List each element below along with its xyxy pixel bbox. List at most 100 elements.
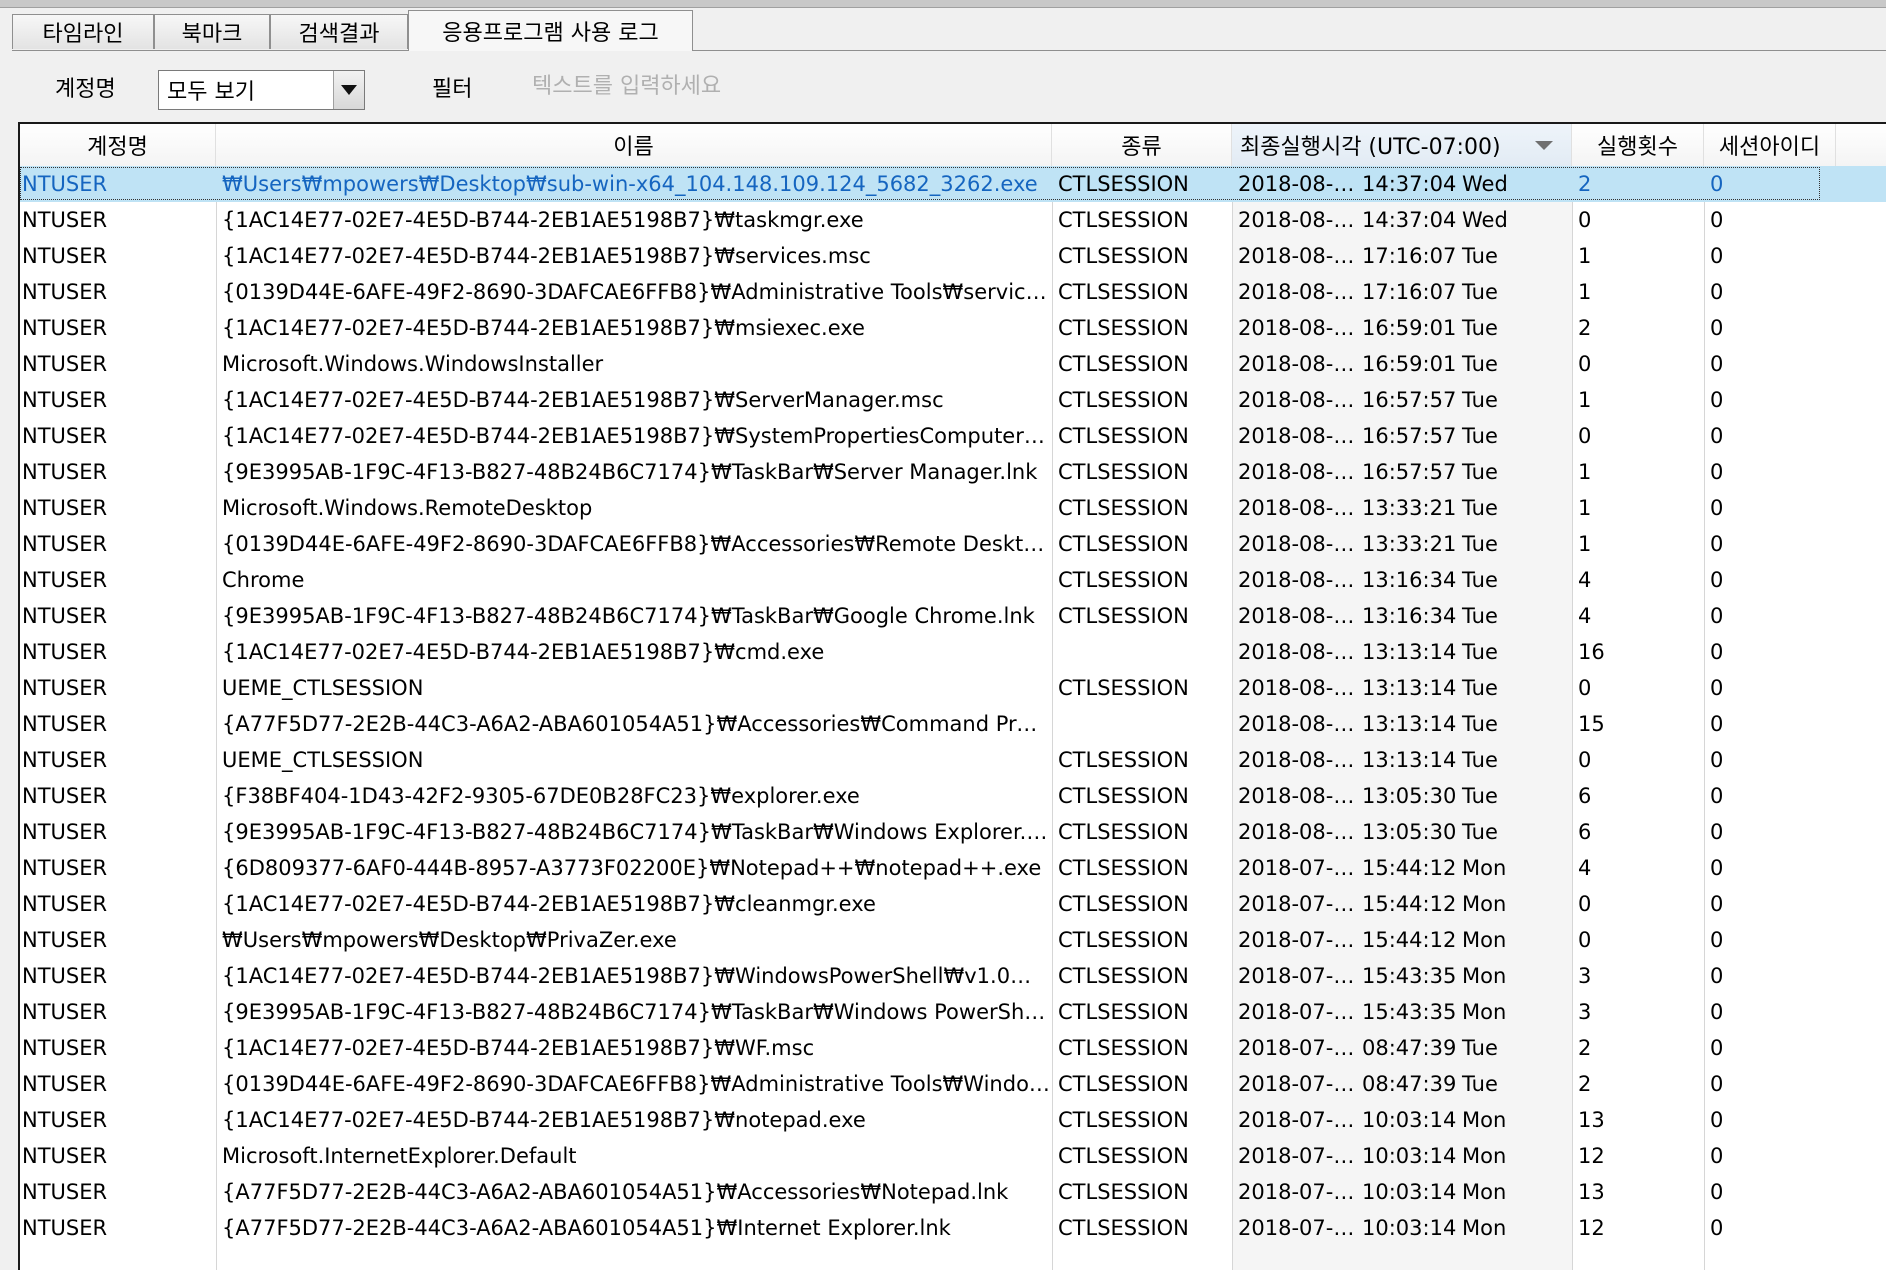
account-select-dropdown-button[interactable] (333, 71, 364, 109)
table-row[interactable]: NTUSER {F38BF404-1D43-42F2-9305-67DE0B28F… (20, 778, 1886, 814)
table-row[interactable]: NTUSER {0139D44E-6AFE-49F2-8690-3DAFCAE6F… (20, 274, 1886, 310)
cell-session: 0 (1710, 1216, 1724, 1240)
cell-type: CTLSESSION (1058, 1216, 1189, 1240)
table-row[interactable]: NTUSER Microsoft.Windows.WindowsInstaller… (20, 346, 1886, 382)
cell-time: 16:57:57 (1362, 460, 1457, 484)
cell-account: NTUSER (22, 1000, 108, 1024)
table-row[interactable]: NTUSER {1AC14E77-02E7-4E5D-B744-2EB1AE519… (20, 202, 1886, 238)
table-row[interactable]: NTUSER Chrome CTLSESSION 2018-08-07 13:16:34… (20, 562, 1886, 598)
cell-account: NTUSER (22, 604, 108, 628)
cell-date: 2018-07-30 (1238, 964, 1360, 988)
cell-type: CTLSESSION (1058, 352, 1189, 376)
cell-session: 0 (1710, 1144, 1724, 1168)
cell-account: NTUSER (22, 316, 108, 340)
table-row[interactable]: NTUSER {9E3995AB-1F9C-4F13-B827-48B24B6C7… (20, 454, 1886, 490)
tab-timeline[interactable]: 타임라인 (12, 14, 154, 49)
cell-time: 16:59:01 (1362, 316, 1457, 340)
cell-day: Mon (1462, 1180, 1507, 1204)
table-row[interactable]: NTUSER {A77F5D77-2E2B-44C3-A6A2-ABA601054… (20, 706, 1886, 742)
table-row[interactable]: NTUSER {1AC14E77-02E7-4E5D-B744-2EB1AE519… (20, 382, 1886, 418)
table-row[interactable]: NTUSER {9E3995AB-1F9C-4F13-B827-48B24B6C7… (20, 994, 1886, 1030)
cell-time: 13:05:30 (1362, 784, 1457, 808)
table-row[interactable]: NTUSER {1AC14E77-02E7-4E5D-B744-2EB1AE519… (20, 958, 1886, 994)
cell-date: 2018-08-07 (1238, 568, 1360, 592)
table-row[interactable]: NTUSER ₩Users₩mpowers₩Desktop₩sub-win-x64… (20, 166, 1886, 202)
table-row[interactable]: NTUSER Microsoft.Windows.RemoteDesktop CTL… (20, 490, 1886, 526)
table-row[interactable]: NTUSER {1AC14E77-02E7-4E5D-B744-2EB1AE519… (20, 1102, 1886, 1138)
table-row[interactable]: NTUSER {1AC14E77-02E7-4E5D-B744-2EB1AE519… (20, 238, 1886, 274)
table-row[interactable]: NTUSER {6D809377-6AF0-444B-8957-A3773F022… (20, 850, 1886, 886)
table-row[interactable]: NTUSER {1AC14E77-02E7-4E5D-B744-2EB1AE519… (20, 1030, 1886, 1066)
table-row[interactable]: NTUSER {1AC14E77-02E7-4E5D-B744-2EB1AE519… (20, 634, 1886, 670)
cell-date: 2018-07-30 (1238, 892, 1360, 916)
cell-date: 2018-07-24 (1238, 1072, 1360, 1096)
cell-account: NTUSER (22, 568, 108, 592)
table-row[interactable]: NTUSER Microsoft.InternetExplorer.Default… (20, 1138, 1886, 1174)
cell-count: 0 (1578, 676, 1592, 700)
cell-day: Tue (1462, 460, 1498, 484)
tab-strip: 타임라인 북마크 검색결과 응용프로그램 사용 로그 (12, 10, 1886, 51)
chevron-down-icon (341, 85, 357, 95)
cell-day: Mon (1462, 964, 1507, 988)
cell-date: 2018-07-24 (1238, 1036, 1360, 1060)
column-header-type[interactable]: 종류 (1052, 124, 1232, 166)
table-row[interactable]: NTUSER UEME_CTLSESSION CTLSESSION 2018-08-0… (20, 670, 1886, 706)
cell-day: Tue (1462, 820, 1498, 844)
cell-account: NTUSER (22, 820, 108, 844)
tab-search-results[interactable]: 검색결과 (270, 14, 408, 49)
cell-type: CTLSESSION (1058, 1072, 1189, 1096)
cell-date: 2018-08-07 (1238, 352, 1360, 376)
table-row[interactable]: NTUSER {9E3995AB-1F9C-4F13-B827-48B24B6C7… (20, 598, 1886, 634)
cell-count: 0 (1578, 748, 1592, 772)
cell-session: 0 (1710, 244, 1724, 268)
cell-name: UEME_CTLSESSION (222, 676, 424, 700)
filter-input[interactable] (530, 67, 1134, 105)
cell-time: 13:16:34 (1362, 604, 1457, 628)
table-row[interactable]: NTUSER UEME_CTLSESSION CTLSESSION 2018-08-0… (20, 742, 1886, 778)
tab-bookmark[interactable]: 북마크 (154, 14, 270, 49)
column-header-count[interactable]: 실행횟수 (1572, 124, 1704, 166)
cell-count: 1 (1578, 460, 1592, 484)
cell-session: 0 (1710, 280, 1724, 304)
cell-type: CTLSESSION (1058, 388, 1189, 412)
cell-day: Tue (1462, 1072, 1498, 1096)
cell-count: 0 (1578, 208, 1592, 232)
cell-time: 13:13:14 (1362, 712, 1457, 736)
cell-session: 0 (1710, 172, 1724, 196)
table-body: NTUSER ₩Users₩mpowers₩Desktop₩sub-win-x64… (20, 166, 1886, 1246)
cell-date: 2018-08-07 (1238, 676, 1360, 700)
cell-type: CTLSESSION (1058, 1144, 1189, 1168)
cell-name: {6D809377-6AF0-444B-8957-A3773F02200E}₩N… (222, 856, 1042, 880)
cell-type: CTLSESSION (1058, 244, 1189, 268)
table-row[interactable]: NTUSER ₩Users₩mpowers₩Desktop₩PrivaZer.ex… (20, 922, 1886, 958)
column-header-last-run[interactable]: 최종실행시각 (UTC-07:00) (1232, 124, 1572, 166)
table-row[interactable]: NTUSER {1AC14E77-02E7-4E5D-B744-2EB1AE519… (20, 310, 1886, 346)
cell-date: 2018-08-07 (1238, 784, 1360, 808)
cell-count: 2 (1578, 1036, 1592, 1060)
cell-type (1056, 634, 1231, 670)
app-usage-table[interactable]: 계정명 이름 종류 최종실행시각 (UTC-07:00) 실행횟수 세션아이디 … (18, 122, 1886, 1270)
cell-time: 13:13:14 (1362, 676, 1457, 700)
cell-date: 2018-08-08 (1238, 208, 1360, 232)
table-row[interactable]: NTUSER {A77F5D77-2E2B-44C3-A6A2-ABA601054… (20, 1210, 1886, 1246)
table-row[interactable]: NTUSER {A77F5D77-2E2B-44C3-A6A2-ABA601054… (20, 1174, 1886, 1210)
cell-account: NTUSER (22, 244, 108, 268)
table-row[interactable]: NTUSER {0139D44E-6AFE-49F2-8690-3DAFCAE6F… (20, 1066, 1886, 1102)
cell-day: Mon (1462, 1216, 1507, 1240)
account-select[interactable]: 모두 보기 (158, 70, 365, 110)
table-row[interactable]: NTUSER {1AC14E77-02E7-4E5D-B744-2EB1AE519… (20, 418, 1886, 454)
tab-app-usage-log[interactable]: 응용프로그램 사용 로그 (408, 10, 693, 51)
cell-day: Tue (1462, 568, 1498, 592)
column-header-session[interactable]: 세션아이디 (1704, 124, 1836, 166)
table-row[interactable]: NTUSER {1AC14E77-02E7-4E5D-B744-2EB1AE519… (20, 886, 1886, 922)
cell-account: NTUSER (22, 1036, 108, 1060)
cell-name: {9E3995AB-1F9C-4F13-B827-48B24B6C7174}₩T… (222, 604, 1035, 628)
column-header-account[interactable]: 계정명 (20, 124, 216, 166)
cell-time: 08:47:39 (1362, 1072, 1457, 1096)
cell-time: 10:03:14 (1362, 1180, 1457, 1204)
cell-name: {1AC14E77-02E7-4E5D-B744-2EB1AE5198B7}₩S… (222, 424, 1050, 448)
column-header-name[interactable]: 이름 (216, 124, 1052, 166)
cell-date: 2018-08-07 (1238, 748, 1360, 772)
table-row[interactable]: NTUSER {9E3995AB-1F9C-4F13-B827-48B24B6C7… (20, 814, 1886, 850)
table-row[interactable]: NTUSER {0139D44E-6AFE-49F2-8690-3DAFCAE6F… (20, 526, 1886, 562)
